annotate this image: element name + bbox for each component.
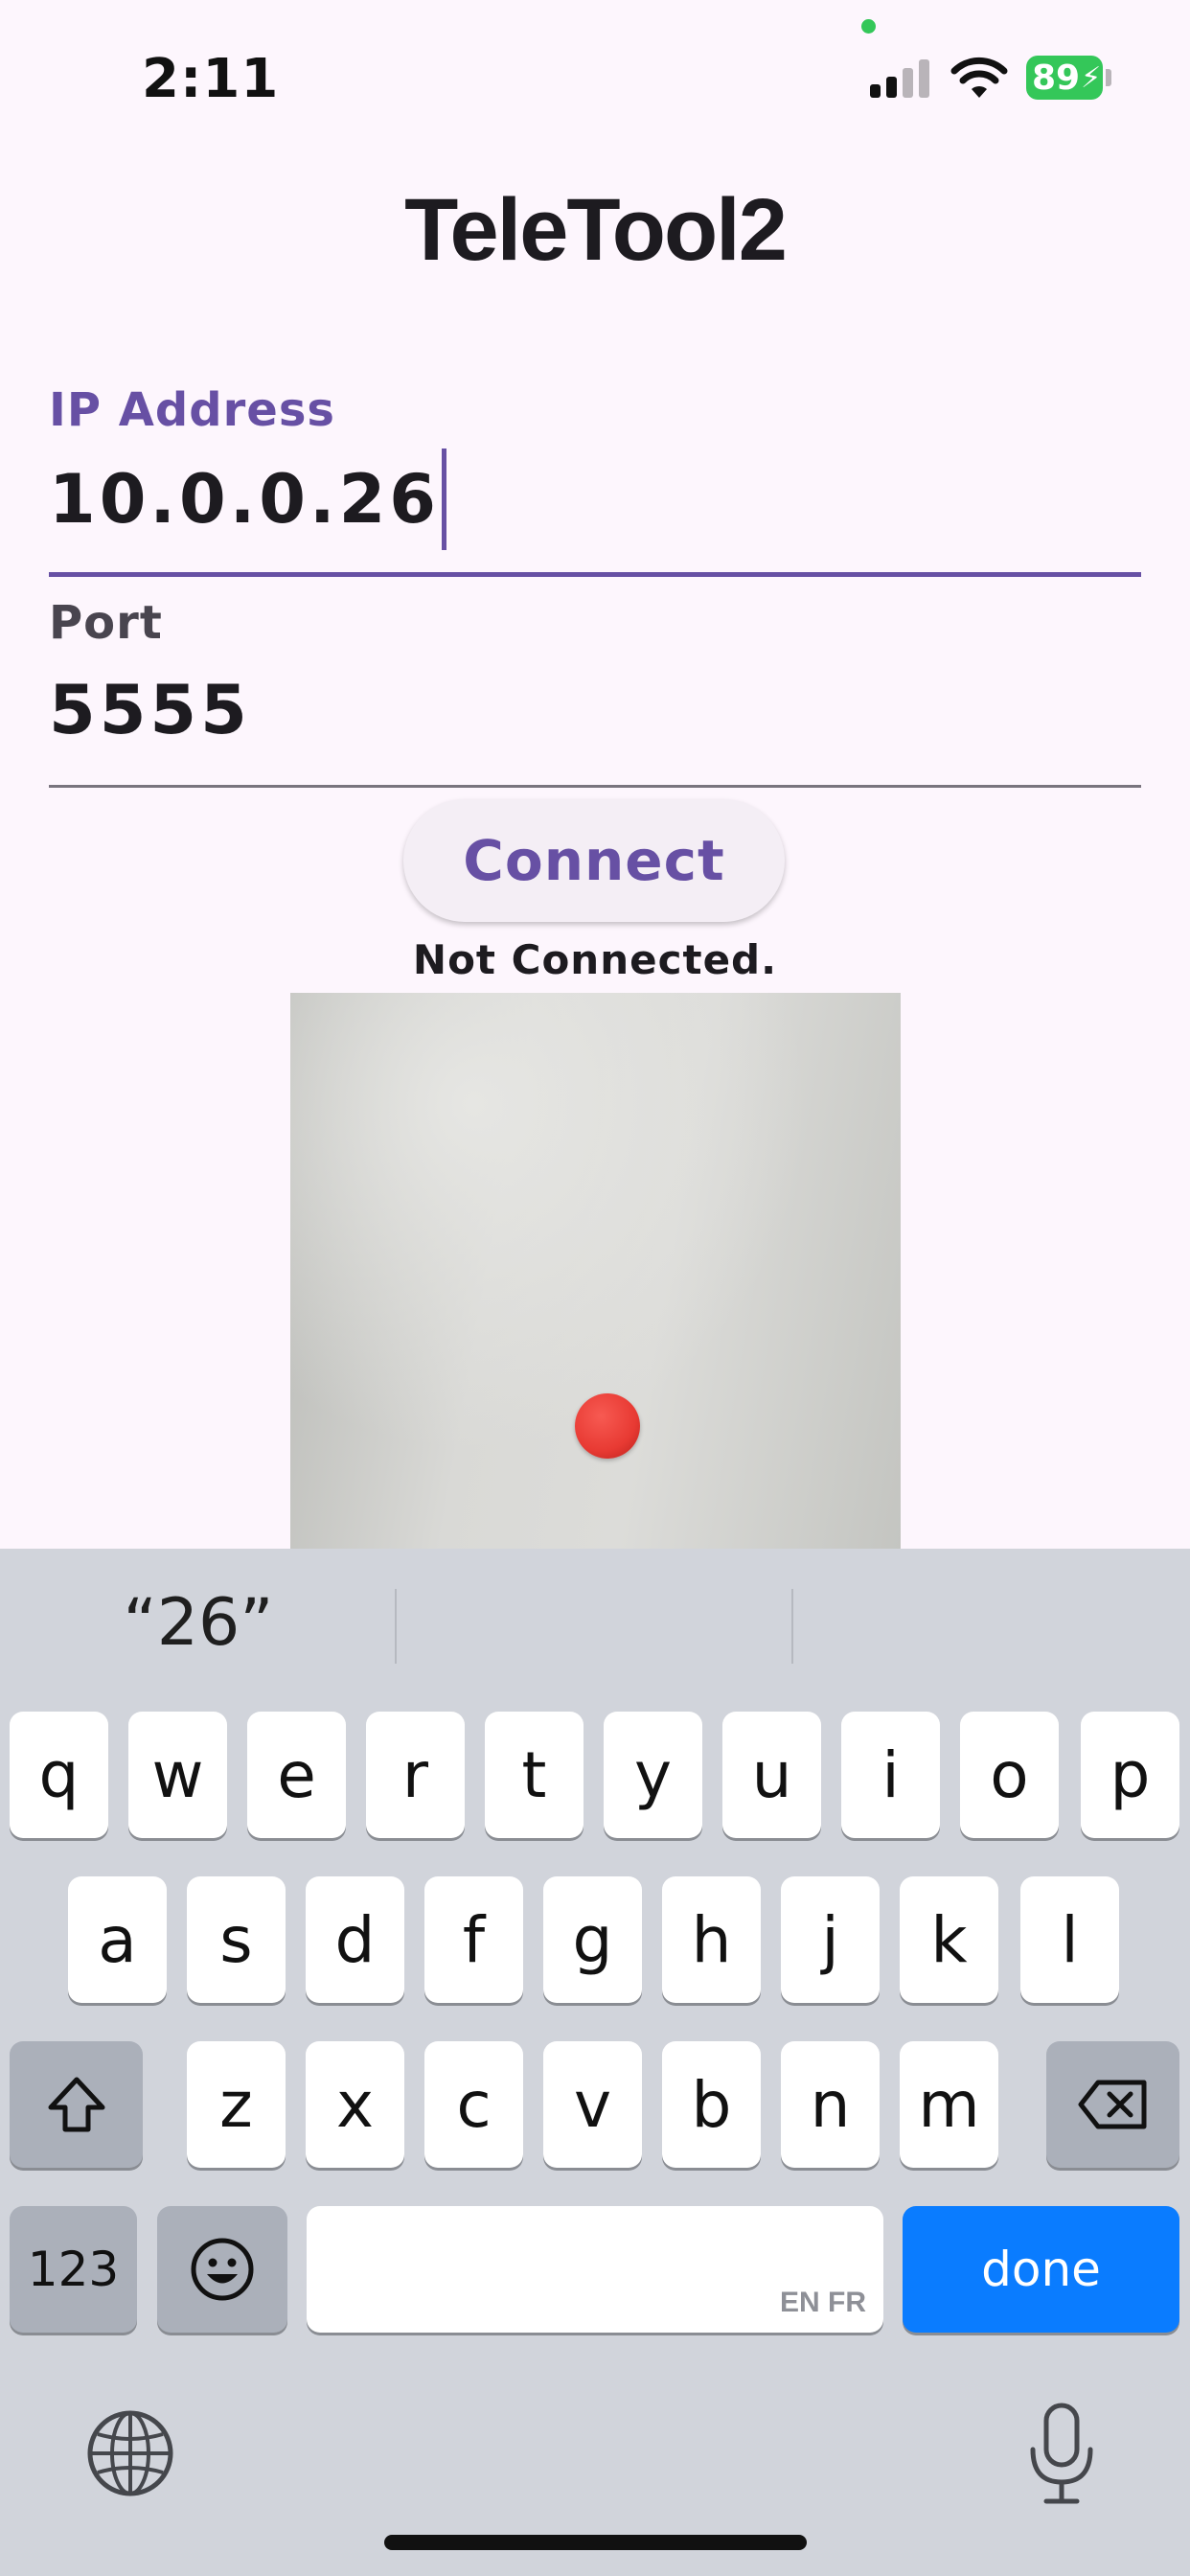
battery-cap [1106, 69, 1111, 86]
key-d[interactable]: d [306, 1876, 404, 2003]
app-title: TeleTool2 [404, 181, 788, 279]
key-q[interactable]: q [10, 1712, 108, 1838]
port-value: 5555 [49, 671, 251, 749]
key-z[interactable]: z [187, 2041, 286, 2168]
key-i[interactable]: i [841, 1712, 940, 1838]
ip-address-value: 10.0.0.26 [49, 460, 441, 539]
ip-address-field[interactable]: IP Address 10.0.0.26 [49, 383, 1141, 577]
key-w[interactable]: w [128, 1712, 227, 1838]
laser-dot-marker [575, 1393, 640, 1459]
status-bar: 2:11 89 ⚡ [0, 0, 1190, 144]
shift-icon [48, 2077, 104, 2132]
key-j[interactable]: j [781, 1876, 880, 2003]
emoji-icon [191, 2238, 254, 2301]
ip-address-label: IP Address [49, 383, 335, 437]
signal-icon [870, 59, 931, 98]
suggestion-bar: “26” [0, 1549, 1190, 1702]
suggestion-1[interactable]: “26” [0, 1585, 397, 1661]
suggestion-divider [395, 1589, 397, 1664]
key-t[interactable]: t [485, 1712, 584, 1838]
numbers-key[interactable]: 123 [10, 2206, 137, 2333]
key-g[interactable]: g [543, 1876, 642, 2003]
privacy-indicator-dot [861, 19, 876, 34]
done-key[interactable]: done [903, 2206, 1179, 2333]
port-input[interactable]: 5555 [49, 671, 1141, 749]
home-indicator[interactable] [384, 2535, 807, 2550]
key-v[interactable]: v [543, 2041, 642, 2168]
key-x[interactable]: x [306, 2041, 404, 2168]
microphone-icon[interactable] [1023, 2402, 1100, 2507]
text-caret [442, 448, 447, 550]
key-h[interactable]: h [662, 1876, 761, 2003]
key-m[interactable]: m [900, 2041, 998, 2168]
key-c[interactable]: c [424, 2041, 523, 2168]
key-p[interactable]: p [1081, 1712, 1179, 1838]
key-a[interactable]: a [68, 1876, 167, 2003]
battery-level: 89 [1032, 58, 1081, 98]
backspace-icon [1078, 2080, 1146, 2129]
port-field[interactable]: Port 5555 [49, 596, 1141, 788]
key-s[interactable]: s [187, 1876, 286, 2003]
wifi-icon [950, 57, 1008, 98]
suggestion-divider [791, 1589, 793, 1664]
port-label: Port [49, 596, 163, 650]
key-u[interactable]: u [722, 1712, 821, 1838]
key-r[interactable]: r [366, 1712, 465, 1838]
keyboard-language-hint: EN FR [780, 2287, 866, 2318]
connect-button[interactable]: Connect [403, 799, 785, 922]
battery-icon: 89 ⚡ [1026, 56, 1103, 100]
globe-icon[interactable] [84, 2407, 176, 2499]
key-f[interactable]: f [424, 1876, 523, 2003]
key-l[interactable]: l [1020, 1876, 1119, 2003]
key-y[interactable]: y [604, 1712, 702, 1838]
charging-bolt-icon: ⚡ [1081, 60, 1102, 95]
status-time: 2:11 [142, 48, 280, 110]
emoji-key[interactable] [157, 2206, 287, 2333]
shift-key[interactable] [10, 2041, 143, 2168]
key-n[interactable]: n [781, 2041, 880, 2168]
ip-address-input[interactable]: 10.0.0.26 [49, 448, 1141, 550]
key-o[interactable]: o [960, 1712, 1059, 1838]
key-k[interactable]: k [900, 1876, 998, 2003]
backspace-key[interactable] [1046, 2041, 1179, 2168]
connection-status: Not Connected. [412, 936, 778, 983]
key-e[interactable]: e [247, 1712, 346, 1838]
camera-preview[interactable] [290, 993, 901, 1549]
space-bar[interactable]: EN FR [307, 2206, 883, 2333]
key-b[interactable]: b [662, 2041, 761, 2168]
